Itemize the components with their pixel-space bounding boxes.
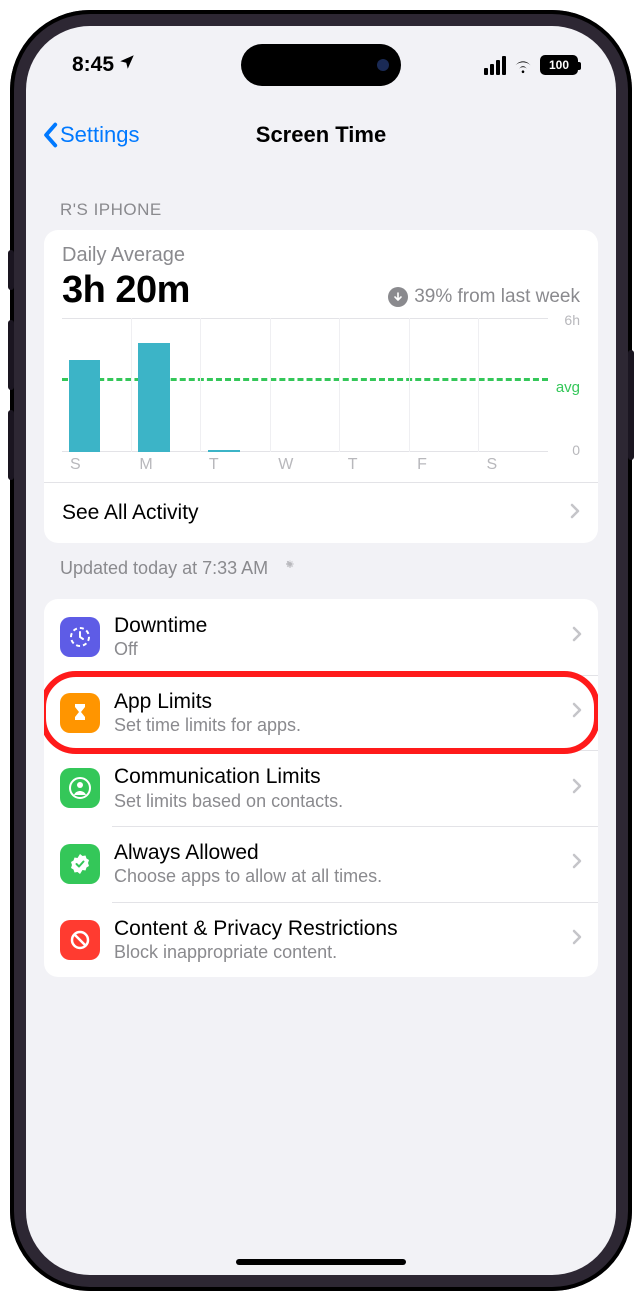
arrow-down-circle-icon bbox=[388, 287, 408, 307]
chevron-right-icon bbox=[572, 853, 582, 874]
row-title: Content & Privacy Restrictions bbox=[114, 916, 558, 941]
chart-x-label: T bbox=[201, 456, 270, 478]
chart-day-col bbox=[270, 318, 340, 452]
phone-frame: 8:45 100 bbox=[10, 10, 632, 1291]
cellular-icon bbox=[484, 56, 506, 75]
location-icon bbox=[118, 53, 136, 77]
chart-x-label: T bbox=[340, 456, 409, 478]
row-text: Communication LimitsSet limits based on … bbox=[114, 764, 558, 812]
row-text: Always AllowedChoose apps to allow at al… bbox=[114, 840, 558, 888]
nosign-icon bbox=[60, 920, 100, 960]
chevron-right-icon bbox=[572, 929, 582, 950]
activity-card[interactable]: Daily Average 3h 20m 39% from last week bbox=[44, 230, 598, 543]
row-title: App Limits bbox=[114, 689, 558, 714]
chart-day-col bbox=[409, 318, 479, 452]
trend-text: 39% from last week bbox=[414, 286, 580, 308]
row-subtitle: Set limits based on contacts. bbox=[114, 790, 558, 813]
updated-status: Updated today at 7:33 AM bbox=[44, 543, 598, 597]
see-all-activity[interactable]: See All Activity bbox=[44, 482, 598, 543]
chevron-right-icon bbox=[570, 501, 580, 525]
daily-avg-value: 3h 20m bbox=[62, 269, 190, 312]
y-label-top: 6h bbox=[564, 312, 580, 328]
settings-list: DowntimeOff App LimitsSet time limits for… bbox=[44, 599, 598, 977]
back-button[interactable]: Settings bbox=[42, 122, 140, 148]
chart-day-col bbox=[200, 318, 270, 452]
chart-day-col bbox=[339, 318, 409, 452]
row-subtitle: Block inappropriate content. bbox=[114, 941, 558, 964]
check-icon bbox=[60, 844, 100, 884]
chevron-right-icon bbox=[572, 702, 582, 723]
row-text: App LimitsSet time limits for apps. bbox=[114, 689, 558, 737]
settings-row-always-allowed[interactable]: Always AllowedChoose apps to allow at al… bbox=[44, 826, 598, 902]
back-label: Settings bbox=[60, 122, 140, 148]
battery-icon: 100 bbox=[540, 55, 578, 75]
chart-x-label: S bbox=[479, 456, 548, 478]
home-indicator bbox=[236, 1259, 406, 1265]
chart-x-label: S bbox=[62, 456, 131, 478]
updated-text: Updated today at 7:33 AM bbox=[60, 558, 268, 579]
status-time: 8:45 bbox=[72, 53, 114, 77]
chart-x-label: M bbox=[131, 456, 200, 478]
row-subtitle: Set time limits for apps. bbox=[114, 714, 558, 737]
chart-day-col bbox=[131, 318, 201, 452]
chart-x-label: F bbox=[409, 456, 478, 478]
hourglass-icon bbox=[60, 693, 100, 733]
wifi-icon bbox=[512, 56, 534, 74]
chart-day-col bbox=[62, 318, 131, 452]
chevron-right-icon bbox=[572, 626, 582, 647]
row-text: DowntimeOff bbox=[114, 613, 558, 661]
usage-chart: 6h 0 avg SMTWTFS bbox=[62, 318, 580, 478]
settings-row-content-privacy-restrictions[interactable]: Content & Privacy RestrictionsBlock inap… bbox=[44, 902, 598, 978]
spinner-icon bbox=[278, 557, 300, 579]
row-title: Downtime bbox=[114, 613, 558, 638]
chevron-right-icon bbox=[572, 778, 582, 799]
see-all-label: See All Activity bbox=[62, 501, 199, 525]
navigation-bar: Settings Screen Time bbox=[26, 104, 616, 166]
row-title: Always Allowed bbox=[114, 840, 558, 865]
section-header: R'S IPHONE bbox=[44, 166, 598, 230]
settings-row-downtime[interactable]: DowntimeOff bbox=[44, 599, 598, 675]
y-label-bottom: 0 bbox=[572, 442, 580, 458]
avg-label: avg bbox=[556, 379, 580, 396]
row-subtitle: Choose apps to allow at all times. bbox=[114, 865, 558, 888]
row-subtitle: Off bbox=[114, 638, 558, 661]
dynamic-island bbox=[241, 44, 401, 86]
row-text: Content & Privacy RestrictionsBlock inap… bbox=[114, 916, 558, 964]
settings-row-app-limits[interactable]: App LimitsSet time limits for apps. bbox=[44, 675, 598, 751]
chart-bar bbox=[138, 343, 170, 452]
clock-icon bbox=[60, 617, 100, 657]
settings-row-communication-limits[interactable]: Communication LimitsSet limits based on … bbox=[44, 750, 598, 826]
chevron-left-icon bbox=[42, 122, 58, 148]
chart-bar bbox=[208, 450, 240, 452]
chart-bar bbox=[69, 360, 101, 452]
trend-row: 39% from last week bbox=[388, 286, 580, 308]
chart-x-label: W bbox=[270, 456, 339, 478]
daily-avg-label: Daily Average bbox=[62, 244, 580, 267]
chart-day-col bbox=[478, 318, 548, 452]
person-icon bbox=[60, 768, 100, 808]
row-title: Communication Limits bbox=[114, 764, 558, 789]
